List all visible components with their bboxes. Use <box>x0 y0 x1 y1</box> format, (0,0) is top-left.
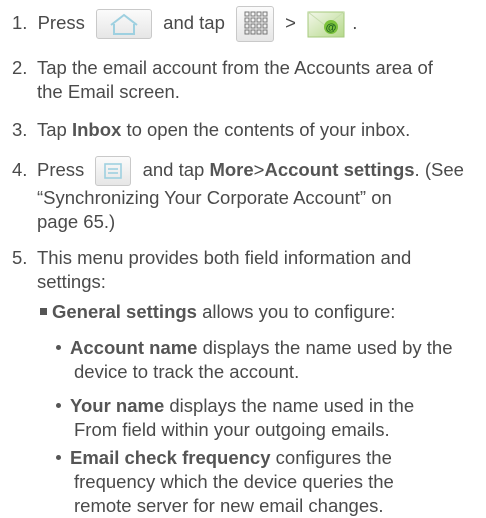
ui-term-account-name: Account name <box>70 337 198 358</box>
item-text: displays the name used by the <box>202 337 453 358</box>
step-body: Tap the email account from the Accounts … <box>37 56 433 104</box>
step-number: 3. <box>12 119 28 140</box>
round-bullet-icon <box>56 345 61 350</box>
step-text: Press <box>37 159 85 180</box>
ui-term-general-settings: General settings <box>52 301 197 322</box>
step-text: to open the contents of your inbox. <box>126 119 411 140</box>
step-number: 5. <box>12 247 28 268</box>
round-bullet-icon <box>56 455 61 460</box>
step-text: Press <box>37 11 85 33</box>
greater-than: > <box>253 159 265 180</box>
ui-term-email-check-frequency: Email check frequency <box>70 447 271 468</box>
ui-term-more: More <box>209 159 254 180</box>
step-line: settings: <box>37 271 106 292</box>
step-line: This menu provides both field informatio… <box>37 247 412 268</box>
step-number: 1. <box>12 11 28 33</box>
step-number: 2. <box>12 57 28 78</box>
apps-grid-icon <box>236 6 275 42</box>
step-line: “Synchronizing Your Corporate Account” o… <box>37 187 392 208</box>
step-text: and tap <box>142 159 205 180</box>
step-text: . (See <box>414 159 464 180</box>
step-body: Press and tap More>Account settings. (Se… <box>37 154 464 234</box>
item-line: remote server for new email changes. <box>74 495 384 516</box>
step-body: This menu provides both field informatio… <box>37 246 411 294</box>
step-text: Tap <box>37 119 67 140</box>
step-line: the Email screen. <box>37 81 180 102</box>
step-number: 4. <box>12 159 28 180</box>
square-bullet-icon <box>40 308 47 315</box>
ui-term-your-name: Your name <box>70 395 165 416</box>
item-line: device to track the account. <box>74 361 300 382</box>
menu-key-icon <box>95 156 132 187</box>
bullet-email-check-frequency: Email check frequency configures the fre… <box>56 446 394 518</box>
item-text: displays the name used in the <box>169 395 415 416</box>
item-text: allows you to configure: <box>202 301 396 322</box>
home-icon <box>96 9 153 39</box>
ui-term-account-settings: Account settings <box>264 159 415 180</box>
step-text: . <box>352 11 358 33</box>
item-line: From field within your outgoing emails. <box>74 419 390 440</box>
step-line: page 65.) <box>37 211 116 232</box>
item-text: configures the <box>275 447 392 468</box>
email-app-icon: @ <box>307 9 347 39</box>
bullet-your-name: Your name displays the name used in the … <box>56 394 414 442</box>
step-line: Tap the email account from the Accounts … <box>37 57 433 78</box>
step-text: and tap <box>163 11 225 33</box>
svg-text:@: @ <box>326 22 337 34</box>
item-line: frequency which the device queries the <box>74 471 394 492</box>
ui-term-inbox: Inbox <box>71 119 122 140</box>
round-bullet-icon <box>56 403 61 408</box>
greater-than: > <box>285 11 296 33</box>
step-1: 1. Press and tap > @ . <box>12 6 357 42</box>
general-settings-item: General settings allows you to configure… <box>40 300 395 324</box>
bullet-account-name: Account name displays the name used by t… <box>56 336 453 384</box>
step-body: Tap Inbox to open the contents of your i… <box>37 118 410 142</box>
manual-page: 1. Press and tap > @ . 2. Tap the email … <box>0 0 486 516</box>
